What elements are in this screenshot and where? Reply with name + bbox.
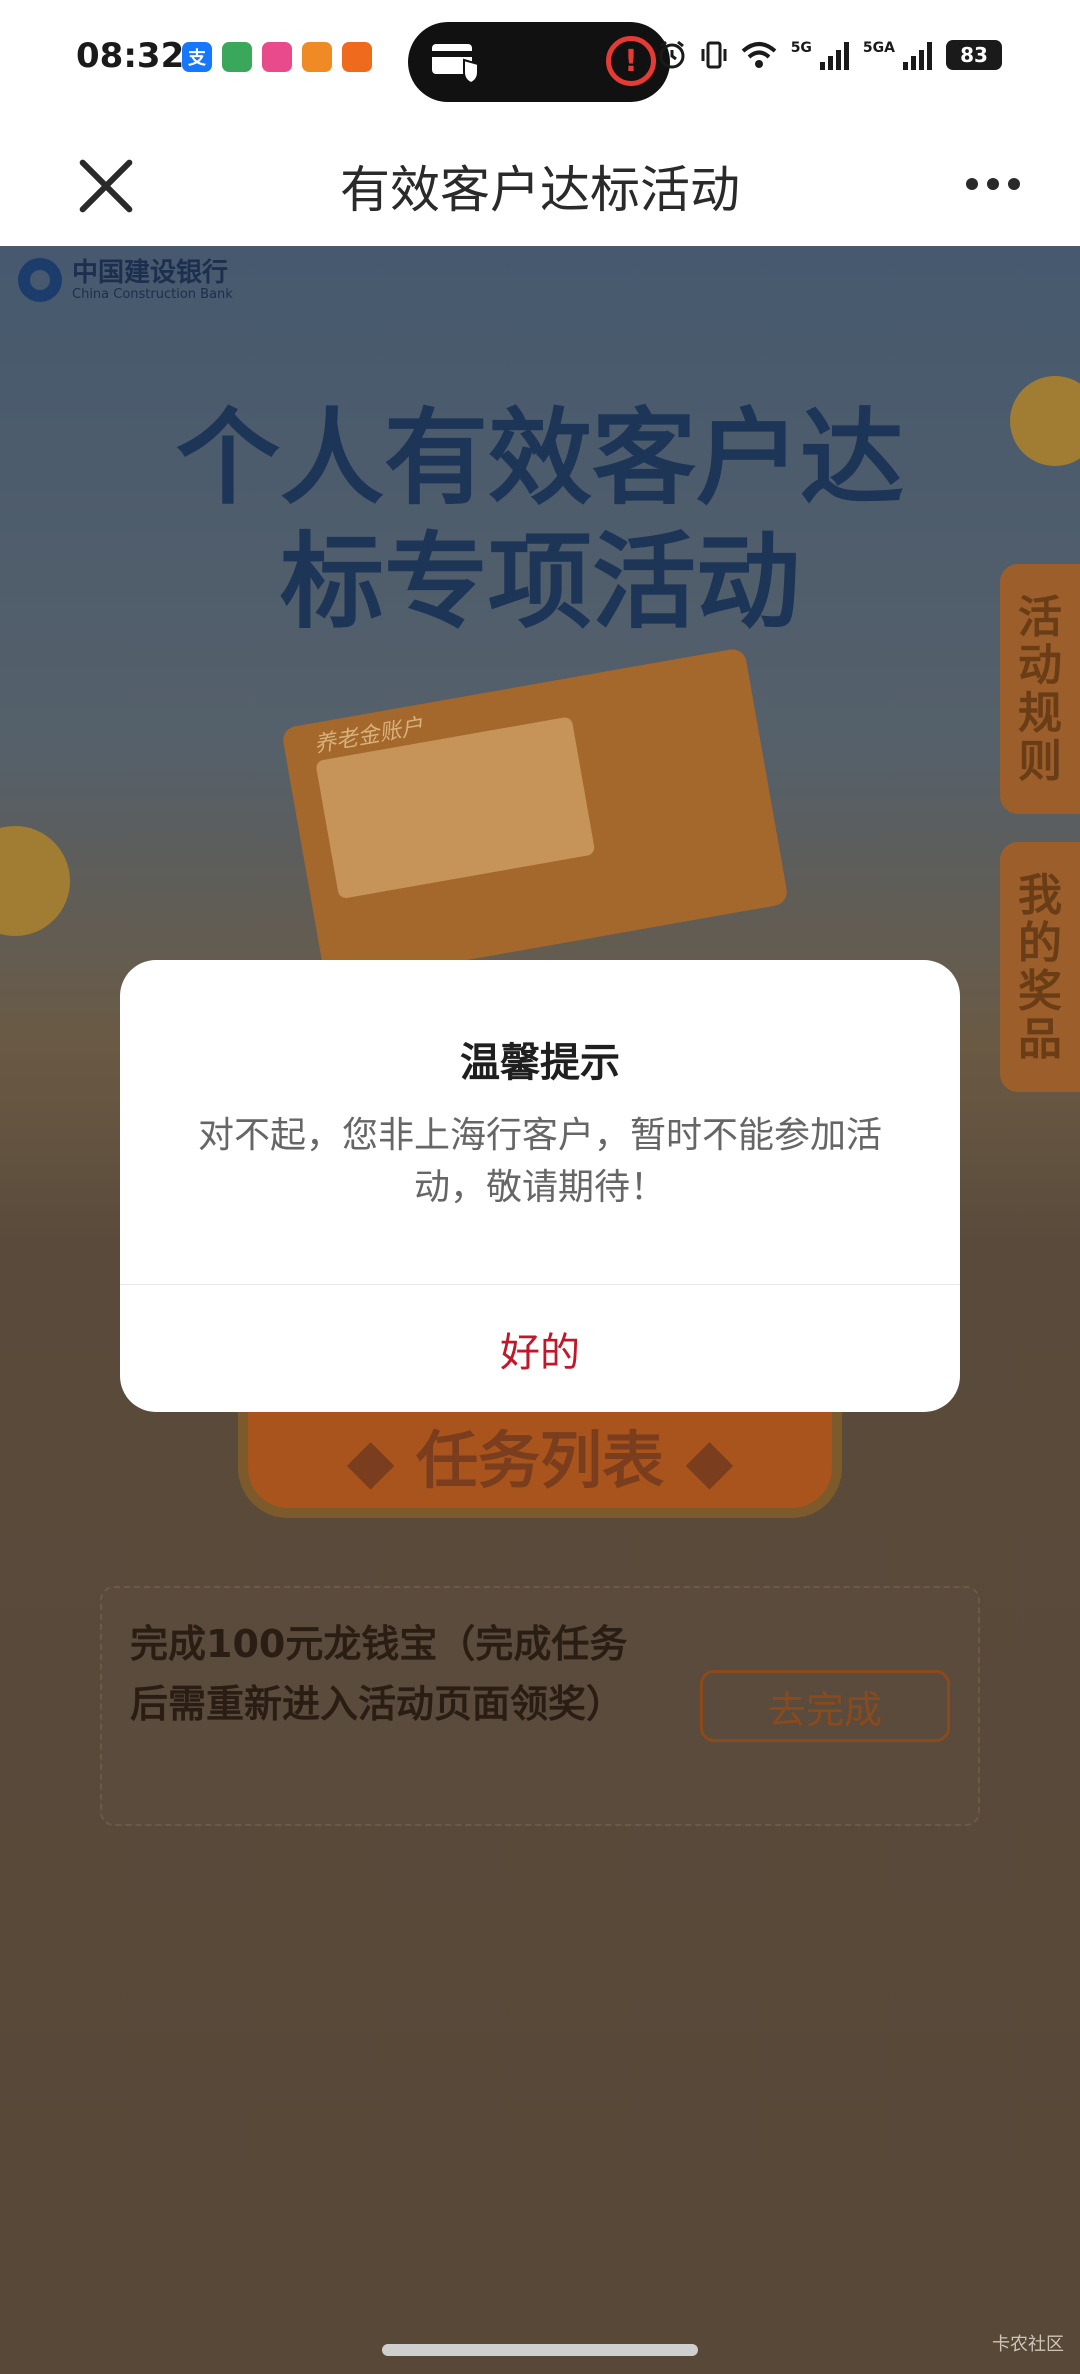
page-title: 有效客户达标活动 — [340, 161, 740, 219]
app-icon-4 — [302, 42, 332, 72]
app-icon-3 — [262, 42, 292, 72]
more-dot-icon — [1008, 178, 1020, 190]
notice-dialog: 温馨提示 对不起，您非上海行客户，暂时不能参加活动，敬请期待！ 好的 — [120, 960, 960, 1412]
app-icon-5 — [342, 42, 372, 72]
wifi-icon — [741, 42, 777, 68]
app-icon-2 — [222, 42, 252, 72]
signal-icon-2 — [903, 40, 932, 70]
dialog-title: 温馨提示 — [460, 1040, 620, 1086]
status-bar: 08:32 支 ! 5G 5GA 83 — [0, 0, 1080, 120]
vibrate-icon — [701, 41, 727, 69]
network-type-5g: 5G — [790, 40, 812, 56]
card-shield-icon — [432, 44, 479, 84]
status-time: 08:32 — [76, 36, 185, 76]
alarm-icon — [659, 40, 685, 69]
dynamic-island[interactable]: ! — [408, 22, 670, 102]
ok-button[interactable]: 好的 — [120, 1285, 960, 1412]
alipay-icon: 支 — [182, 42, 212, 72]
more-dot-icon — [966, 178, 978, 190]
status-indicators: 5G 5GA 83 — [657, 40, 1002, 70]
more-options-button[interactable] — [966, 174, 1020, 194]
home-indicator[interactable] — [382, 2344, 698, 2356]
title-bar: 有效客户达标活动 — [0, 120, 1080, 246]
alert-icon: ! — [606, 36, 656, 86]
notification-icons: 支 — [182, 42, 372, 72]
battery-icon: 83 — [946, 40, 1002, 70]
signal-icon — [819, 40, 849, 70]
dialog-message: 对不起，您非上海行客户，暂时不能参加活动，敬请期待！ — [197, 1115, 882, 1208]
watermark: 卡农社区 — [992, 2334, 1064, 2355]
network-type-5ga: 5GA — [862, 40, 895, 56]
more-dot-icon — [987, 178, 999, 190]
